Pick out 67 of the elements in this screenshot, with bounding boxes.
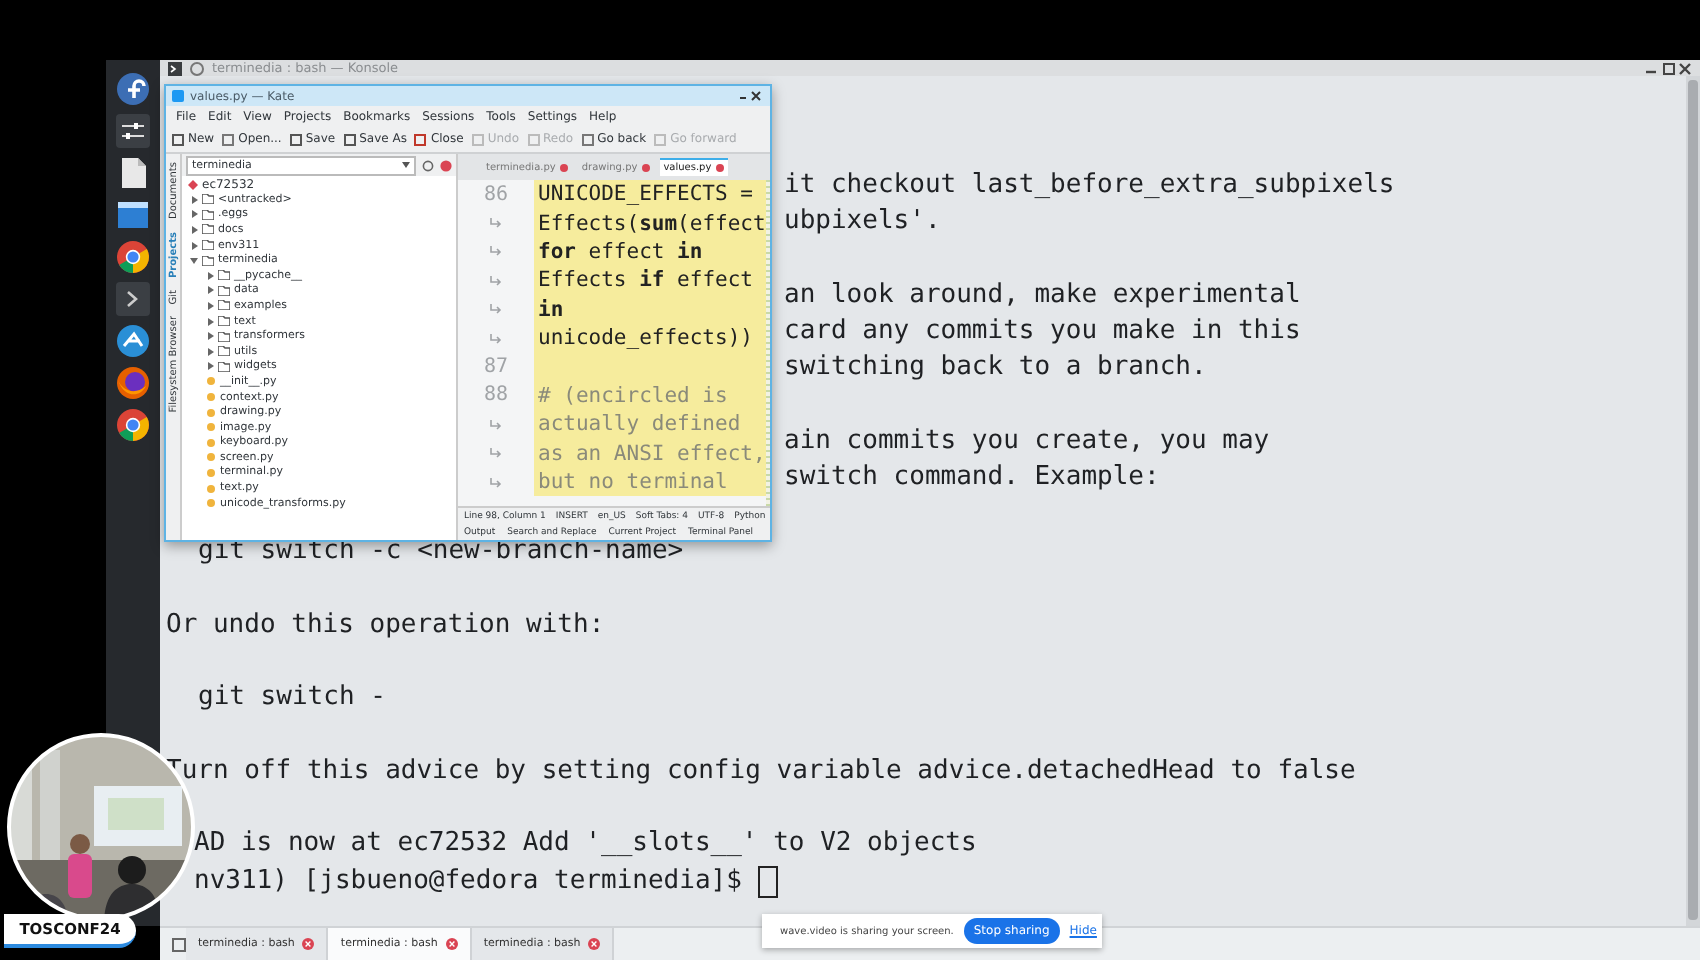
wrap-arrow-icon: [490, 477, 502, 488]
file-icon[interactable]: [116, 156, 150, 190]
terminal-line: ubpixels'.: [784, 204, 941, 241]
terminal-line: git switch -: [198, 680, 386, 717]
shell-prompt: nv311) [jsbueno@fedora terminedia]$: [194, 863, 742, 900]
terminal-line: switch command. Example:: [784, 460, 1160, 497]
terminal-icon[interactable]: [116, 282, 150, 316]
new-tab-icon[interactable]: [172, 937, 186, 951]
terminal-line: switching back to a branch.: [784, 350, 1207, 387]
code-line: UNICODE_EFFECTS =: [536, 182, 753, 207]
terminal-icon: [168, 61, 182, 75]
line-number: 88: [483, 384, 509, 407]
terminal-line: an look around, make experimental: [784, 277, 1301, 314]
wrap-arrow-icon: [490, 448, 502, 459]
browser-icon[interactable]: [116, 240, 150, 274]
browser-icon[interactable]: [116, 408, 150, 442]
tool-icon: [527, 133, 539, 145]
terminal-line: Or undo this operation with:: [166, 607, 605, 644]
pin-icon[interactable]: [190, 61, 204, 75]
close-icon[interactable]: [302, 938, 315, 950]
window-icon[interactable]: [116, 198, 150, 232]
terminal-line: git switch -c <new-branch-name>: [198, 535, 684, 570]
close-icon[interactable]: [588, 938, 601, 950]
fox-browser-icon[interactable]: [116, 366, 150, 400]
terminal-line: AD is now at ec72532 Add '__slots__' to V2 objects: [194, 826, 977, 863]
code-line: for effect in: [536, 239, 703, 264]
window-controls-icon[interactable]: [740, 90, 764, 102]
app-icon: [172, 90, 184, 102]
wrap-arrow-icon: [490, 333, 502, 344]
code-line: Effects(sum(effect: [536, 211, 766, 236]
code-line: unicode_effects)): [536, 326, 753, 351]
terminal-line: it checkout last_before_extra_subpixels: [784, 168, 1395, 204]
tool-icon: [654, 133, 667, 145]
tool-icon: [581, 133, 594, 145]
tool-icon: [222, 133, 235, 145]
code-line: in: [536, 297, 564, 322]
caret-icon: [402, 162, 410, 168]
close-icon[interactable]: [445, 938, 458, 950]
close-icon: [641, 163, 650, 171]
app-icon[interactable]: [116, 324, 150, 358]
code-line: but no terminal: [536, 470, 728, 495]
refresh-icon[interactable]: [422, 159, 434, 171]
window-controls-icon[interactable]: [1644, 61, 1692, 75]
terminal-line: card any commits you make in this: [784, 314, 1301, 351]
tool-icon: [414, 133, 427, 145]
stop-icon[interactable]: [440, 159, 452, 171]
wrap-arrow-icon: [490, 304, 502, 315]
line-number: 86: [483, 183, 509, 206]
code-line: # (encircled is: [536, 383, 728, 408]
terminal-line: ain commits you create, you may: [784, 424, 1270, 461]
tool-icon: [343, 133, 356, 145]
wrap-arrow-icon: [490, 246, 502, 257]
tool-icon: [172, 133, 184, 145]
wrap-arrow-icon: [490, 419, 502, 430]
tool-icon: [289, 133, 302, 145]
text-cursor: [757, 865, 778, 898]
line-number: 87: [483, 356, 509, 379]
close-icon: [715, 164, 724, 172]
sliders-icon[interactable]: [116, 114, 150, 148]
close-icon: [559, 163, 568, 171]
wrap-arrow-icon: [490, 275, 502, 286]
code-line: as an ANSI effect,: [536, 441, 766, 466]
wrap-arrow-icon: [490, 218, 502, 229]
app-launcher-icon[interactable]: [116, 72, 150, 106]
code-line: Effects if effect: [536, 268, 753, 293]
code-line: actually defined: [536, 412, 741, 437]
tool-icon: [471, 133, 484, 145]
